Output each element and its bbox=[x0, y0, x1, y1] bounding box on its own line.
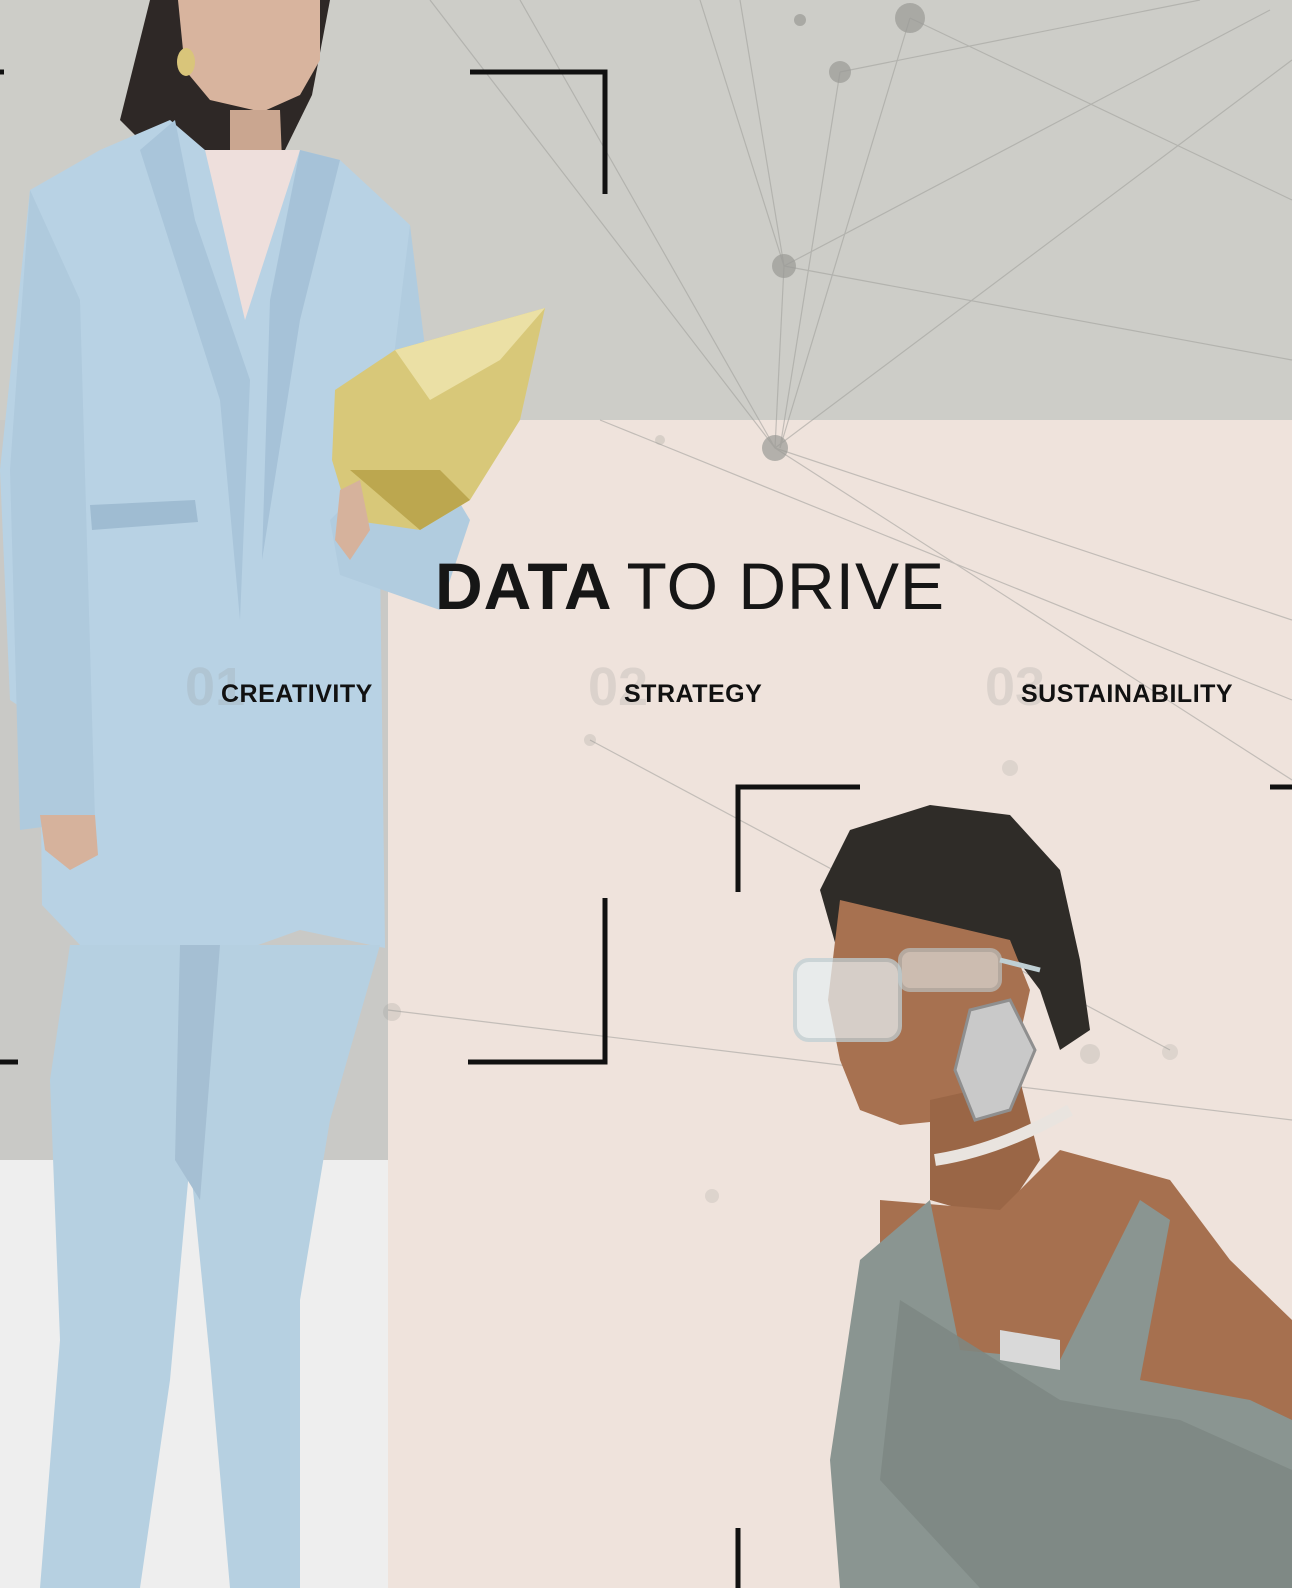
background-graphics bbox=[0, 0, 1292, 1588]
pillar-label: STRATEGY bbox=[624, 680, 763, 708]
pillar-label: CREATIVITY bbox=[221, 680, 373, 708]
pillar-label: SUSTAINABILITY bbox=[1021, 680, 1234, 708]
headline: DATA TO DRIVE bbox=[435, 548, 945, 624]
model-blue-suit-illustration bbox=[0, 0, 545, 1588]
model-glasses-illustration bbox=[793, 805, 1292, 1588]
headline-light: TO DRIVE bbox=[626, 549, 946, 623]
headline-strong: DATA bbox=[435, 549, 613, 623]
